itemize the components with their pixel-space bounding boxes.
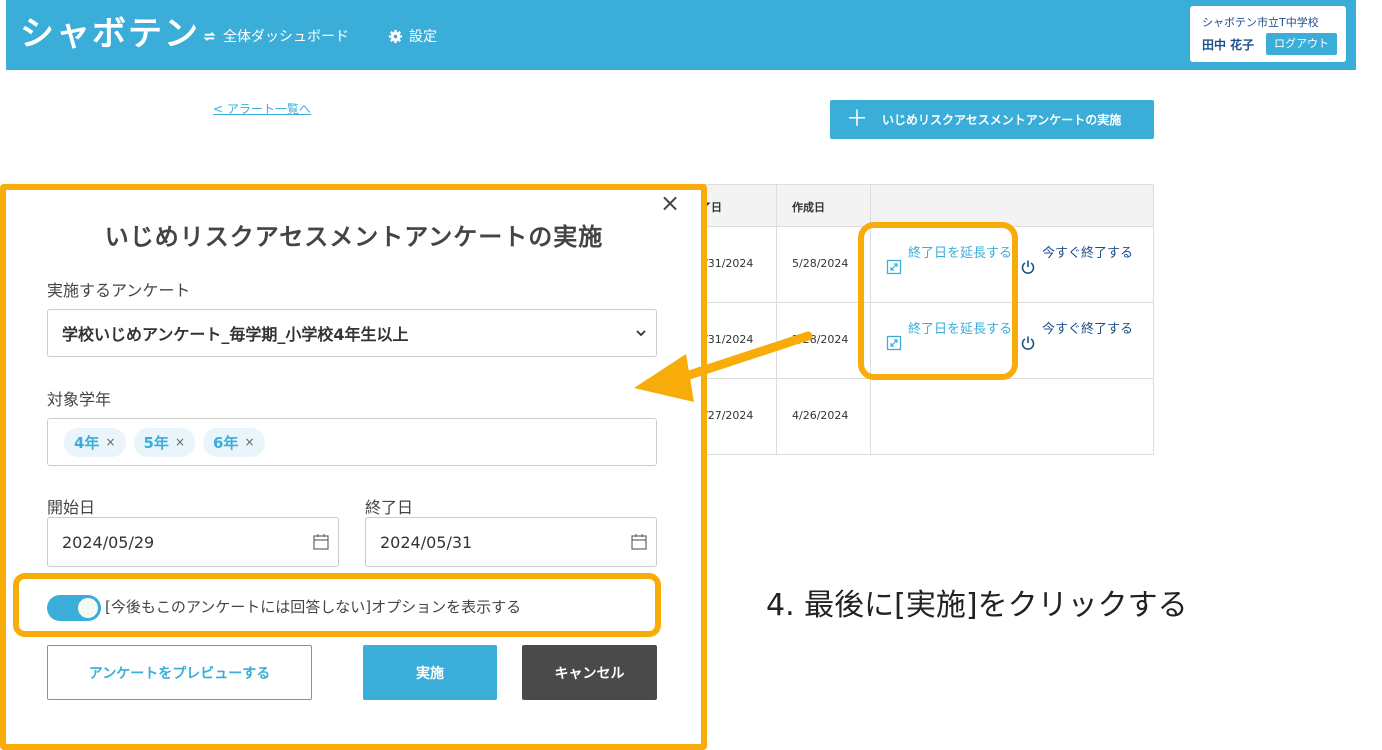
nav-dashboard-label: 全体ダッシュボード [223, 29, 349, 45]
back-to-alerts-link[interactable]: < アラート一覧へ [213, 100, 311, 117]
app-header: シャボテン 全体ダッシュボード 設定 シャボテン市立T中学校 田中 花子 ログア… [6, 0, 1356, 70]
instruction-callout: 4. 最後に[実施]をクリックする [766, 588, 1188, 623]
highlight-toggle [13, 573, 661, 637]
nav-settings-label: 設定 [409, 29, 437, 45]
implement-survey-label: いじめリスクアセスメントアンケートの実施 [882, 113, 1122, 127]
table-header: 了日 作成日 [700, 185, 1153, 227]
app-logo[interactable]: シャボテン [20, 6, 200, 55]
end-now-link[interactable]: 今すぐ終了する [1020, 247, 1138, 275]
user-name: 田中 花子 [1202, 38, 1255, 52]
end-now-link[interactable]: 今すぐ終了する [1020, 323, 1138, 351]
highlight-modal [0, 184, 707, 750]
end-date-cell: /27/2024 [704, 409, 754, 422]
power-icon [1021, 260, 1035, 274]
end-date-cell: /31/2024 [704, 257, 754, 270]
nav-dashboard[interactable]: 全体ダッシュボード [202, 26, 349, 46]
created-date-cell: 5/28/2024 [792, 257, 849, 270]
nav-settings[interactable]: 設定 [388, 26, 437, 46]
end-now-label: 今すぐ終了する [1042, 246, 1134, 261]
annotation-arrow [634, 331, 813, 402]
school-name: シャボテン市立T中学校 [1202, 16, 1319, 29]
user-panel: シャボテン市立T中学校 田中 花子 ログアウト [1190, 6, 1346, 62]
header-created-date: 作成日 [792, 201, 825, 214]
plus-icon: ＋ [846, 106, 869, 132]
implement-survey-button[interactable]: ＋ いじめリスクアセスメントアンケートの実施 [830, 100, 1154, 139]
end-now-label: 今すぐ終了する [1042, 322, 1134, 337]
refresh-icon [203, 31, 216, 41]
highlight-extend-links [858, 222, 1018, 380]
power-icon [1021, 336, 1035, 350]
gear-icon [388, 29, 403, 43]
created-date-cell: 4/26/2024 [792, 409, 849, 422]
logout-button[interactable]: ログアウト [1266, 33, 1337, 55]
